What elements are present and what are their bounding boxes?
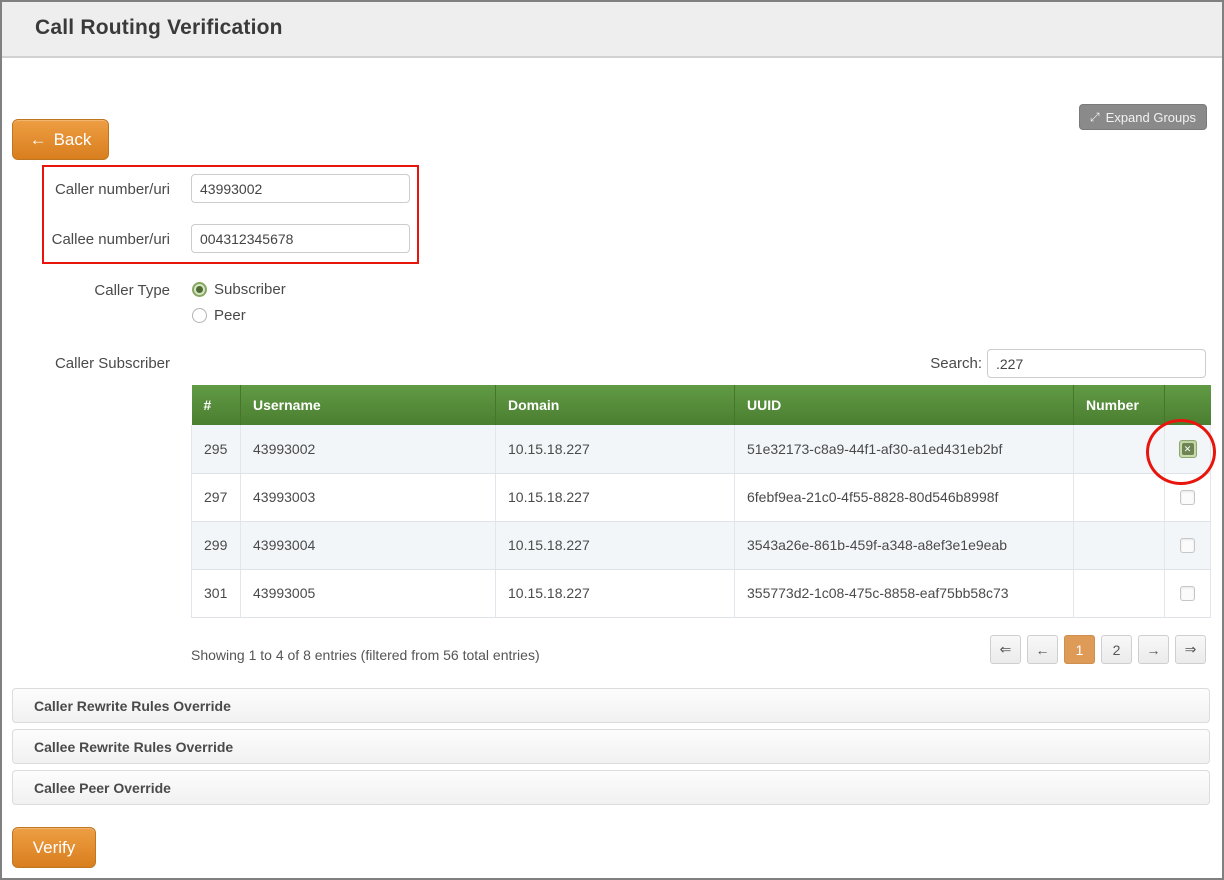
radio-peer-icon[interactable]	[192, 308, 207, 323]
accordion-label: Callee Rewrite Rules Override	[34, 739, 233, 755]
subscriber-table: # Username Domain UUID Number 295 439930…	[191, 385, 1211, 618]
caller-subscriber-label: Caller Subscriber	[12, 355, 170, 372]
accordion-caller-rewrite-rules[interactable]: Caller Rewrite Rules Override	[12, 688, 1210, 723]
cell-id: 295	[192, 425, 241, 473]
row-checkbox[interactable]	[1180, 538, 1195, 553]
page-title: Call Routing Verification	[35, 16, 283, 40]
col-header-id[interactable]: #	[192, 385, 241, 425]
caller-number-label: Caller number/uri	[12, 181, 170, 198]
callee-number-label: Callee number/uri	[12, 231, 170, 248]
pagination-first-button[interactable]: ⇐	[990, 635, 1021, 664]
back-label: Back	[54, 130, 92, 150]
cell-username: 43993003	[241, 473, 496, 521]
caller-type-label: Caller Type	[12, 282, 170, 299]
titlebar: Call Routing Verification	[2, 2, 1222, 58]
cell-uuid: 6febf9ea-21c0-4f55-8828-80d546b8998f	[735, 473, 1074, 521]
pagination-prev-button[interactable]: ←	[1027, 635, 1058, 664]
verify-button[interactable]: Verify	[12, 827, 96, 868]
radio-peer-label: Peer	[214, 307, 246, 324]
accordion-label: Callee Peer Override	[34, 780, 171, 796]
table-header-row: # Username Domain UUID Number	[192, 385, 1211, 425]
callee-number-input[interactable]	[191, 224, 410, 253]
col-header-domain[interactable]: Domain	[496, 385, 735, 425]
row-checkbox[interactable]	[1180, 490, 1195, 505]
accordion-label: Caller Rewrite Rules Override	[34, 698, 231, 714]
cell-number	[1074, 569, 1165, 617]
cell-uuid: 3543a26e-861b-459f-a348-a8ef3e1e9eab	[735, 521, 1074, 569]
cell-domain: 10.15.18.227	[496, 425, 735, 473]
cell-uuid: 51e32173-c8a9-44f1-af30-a1ed431eb2bf	[735, 425, 1074, 473]
search-input[interactable]	[987, 349, 1206, 378]
cell-username: 43993005	[241, 569, 496, 617]
row-checkbox[interactable]	[1180, 586, 1195, 601]
cell-id: 297	[192, 473, 241, 521]
cell-username: 43993004	[241, 521, 496, 569]
cell-username: 43993002	[241, 425, 496, 473]
pagination-page-1-button[interactable]: 1	[1064, 635, 1095, 664]
caller-type-option-peer[interactable]: Peer	[192, 307, 246, 324]
cell-id: 299	[192, 521, 241, 569]
table-row[interactable]: 295 43993002 10.15.18.227 51e32173-c8a9-…	[192, 425, 1211, 473]
caller-type-option-subscriber[interactable]: Subscriber	[192, 281, 286, 298]
back-button[interactable]: ← Back	[12, 119, 109, 160]
search-label: Search:	[930, 355, 982, 372]
table-row[interactable]: 297 43993003 10.15.18.227 6febf9ea-21c0-…	[192, 473, 1211, 521]
expand-icon: ⤢	[1090, 110, 1100, 125]
row-checkbox-checked[interactable]: ✕	[1179, 440, 1197, 458]
checkbox-check-icon: ✕	[1182, 443, 1194, 455]
pagination-last-button[interactable]: ⇒	[1175, 635, 1206, 664]
back-arrow-icon: ←	[30, 130, 47, 150]
expand-groups-label: Expand Groups	[1106, 110, 1196, 125]
cell-number	[1074, 473, 1165, 521]
cell-number	[1074, 425, 1165, 473]
radio-subscriber-icon[interactable]	[192, 282, 207, 297]
cell-uuid: 355773d2-1c08-475c-8858-eaf75bb58c73	[735, 569, 1074, 617]
cell-id: 301	[192, 569, 241, 617]
caller-number-input[interactable]	[191, 174, 410, 203]
table-row[interactable]: 301 43993005 10.15.18.227 355773d2-1c08-…	[192, 569, 1211, 617]
call-routing-verification-page: Call Routing Verification ⤢ Expand Group…	[0, 0, 1224, 880]
cell-domain: 10.15.18.227	[496, 473, 735, 521]
col-header-select	[1165, 385, 1211, 425]
expand-groups-button[interactable]: ⤢ Expand Groups	[1079, 104, 1207, 130]
cell-domain: 10.15.18.227	[496, 521, 735, 569]
cell-domain: 10.15.18.227	[496, 569, 735, 617]
table-row[interactable]: 299 43993004 10.15.18.227 3543a26e-861b-…	[192, 521, 1211, 569]
pagination-page-2-button[interactable]: 2	[1101, 635, 1132, 664]
col-header-username[interactable]: Username	[241, 385, 496, 425]
search-container: Search:	[930, 349, 1206, 378]
pagination: ⇐ ← 1 2 → ⇒	[990, 635, 1206, 664]
accordion-callee-peer-override[interactable]: Callee Peer Override	[12, 770, 1210, 805]
accordion-callee-rewrite-rules[interactable]: Callee Rewrite Rules Override	[12, 729, 1210, 764]
table-summary: Showing 1 to 4 of 8 entries (filtered fr…	[191, 647, 540, 663]
radio-subscriber-label: Subscriber	[214, 281, 286, 298]
cell-number	[1074, 521, 1165, 569]
pagination-next-button[interactable]: →	[1138, 635, 1169, 664]
col-header-uuid[interactable]: UUID	[735, 385, 1074, 425]
verify-label: Verify	[33, 838, 76, 858]
col-header-number[interactable]: Number	[1074, 385, 1165, 425]
